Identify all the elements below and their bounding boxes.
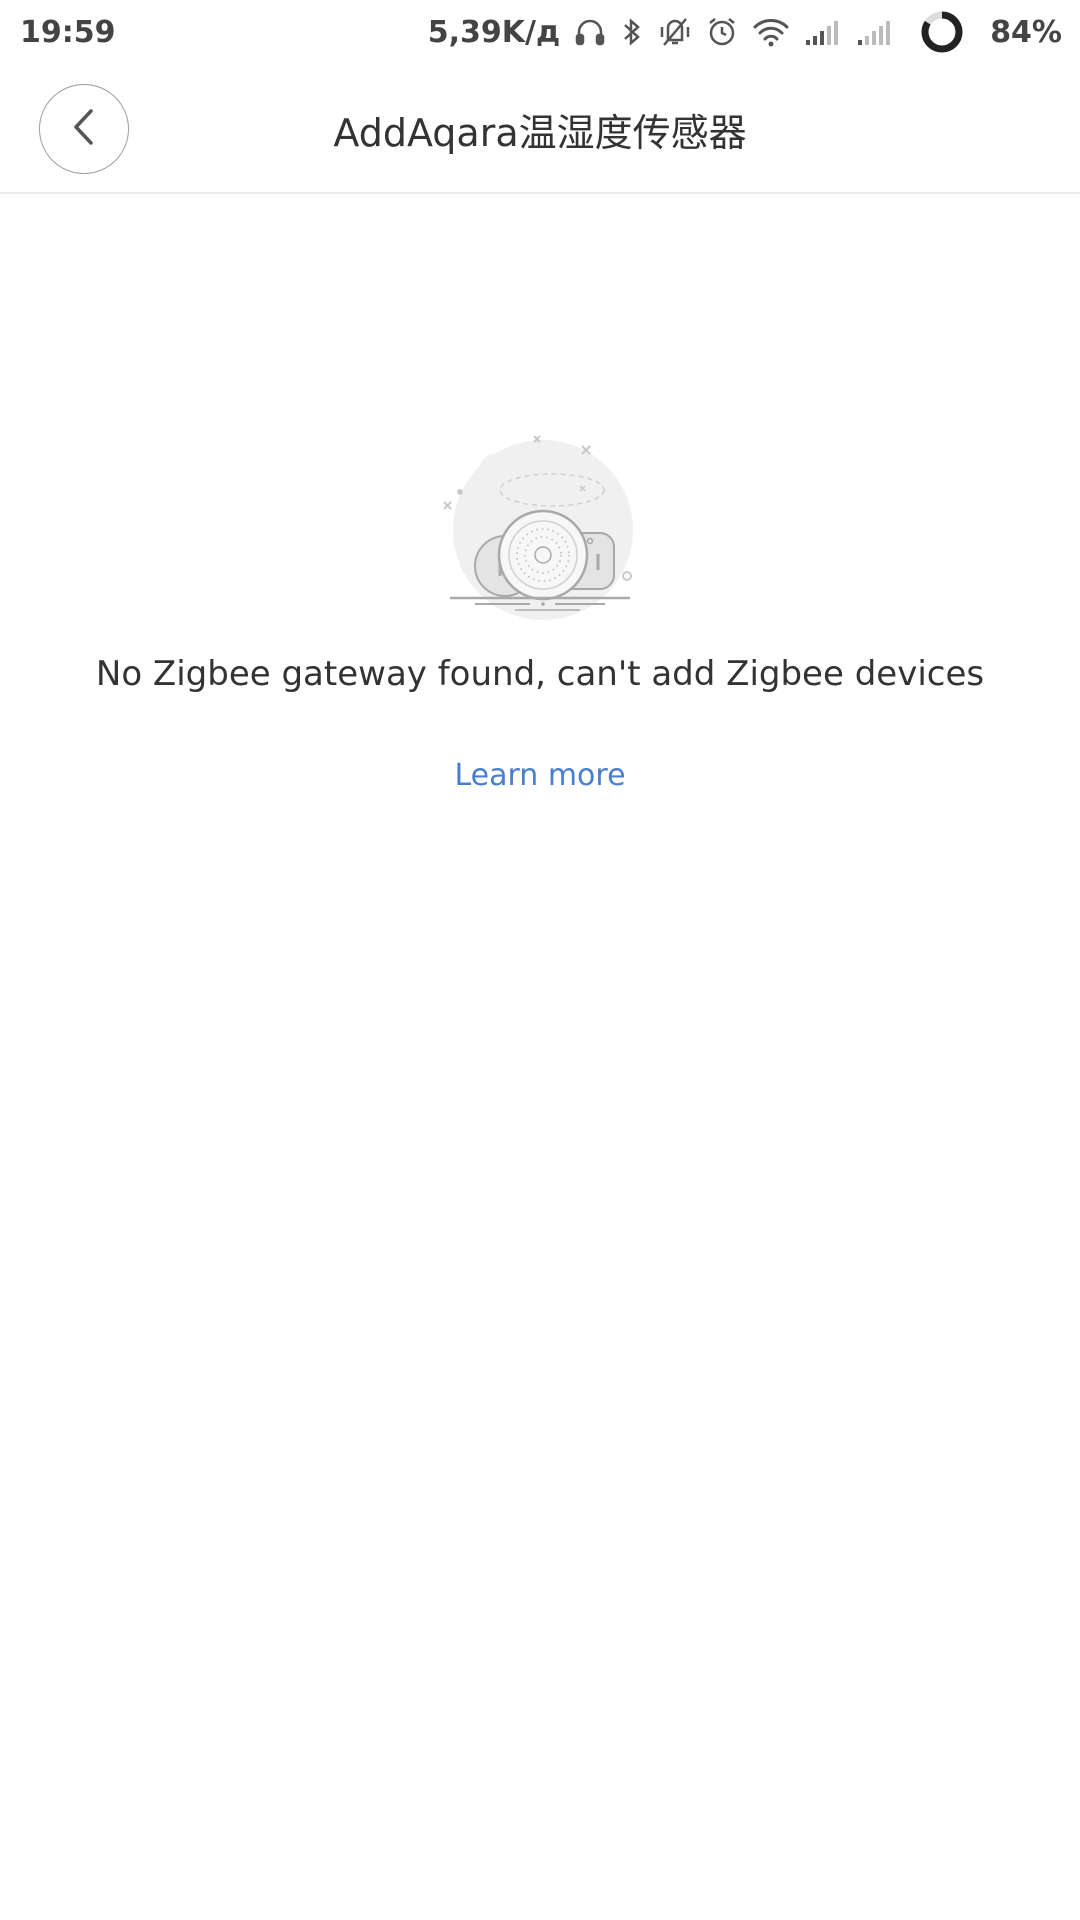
vibrate-off-icon xyxy=(658,16,692,48)
learn-more-link[interactable]: Learn more xyxy=(454,758,625,793)
signal-icon-2 xyxy=(856,18,894,46)
headphones-icon xyxy=(574,16,606,48)
page-title: AddAqara温湿度传感器 xyxy=(333,110,747,155)
alarm-icon xyxy=(706,16,738,48)
header: AddAqara温湿度传感器 xyxy=(0,64,1080,194)
battery-percent: 84% xyxy=(990,14,1062,50)
status-icons: 5,39K/д 84% xyxy=(428,10,1062,54)
bluetooth-icon xyxy=(620,16,644,48)
signal-icon xyxy=(804,18,842,46)
status-bar: 19:59 5,39K/д 84% xyxy=(0,0,1080,64)
battery-ring-icon xyxy=(920,10,964,54)
no-gateway-message: No Zigbee gateway found, can't add Zigbe… xyxy=(95,654,985,694)
back-button[interactable] xyxy=(39,84,129,174)
chevron-left-icon xyxy=(67,107,101,152)
network-speed: 5,39K/д xyxy=(427,14,561,50)
wifi-icon xyxy=(752,16,790,48)
zigbee-devices-illustration xyxy=(430,420,650,620)
empty-state: No Zigbee gateway found, can't add Zigbe… xyxy=(0,420,1080,793)
status-time: 19:59 xyxy=(20,14,116,50)
